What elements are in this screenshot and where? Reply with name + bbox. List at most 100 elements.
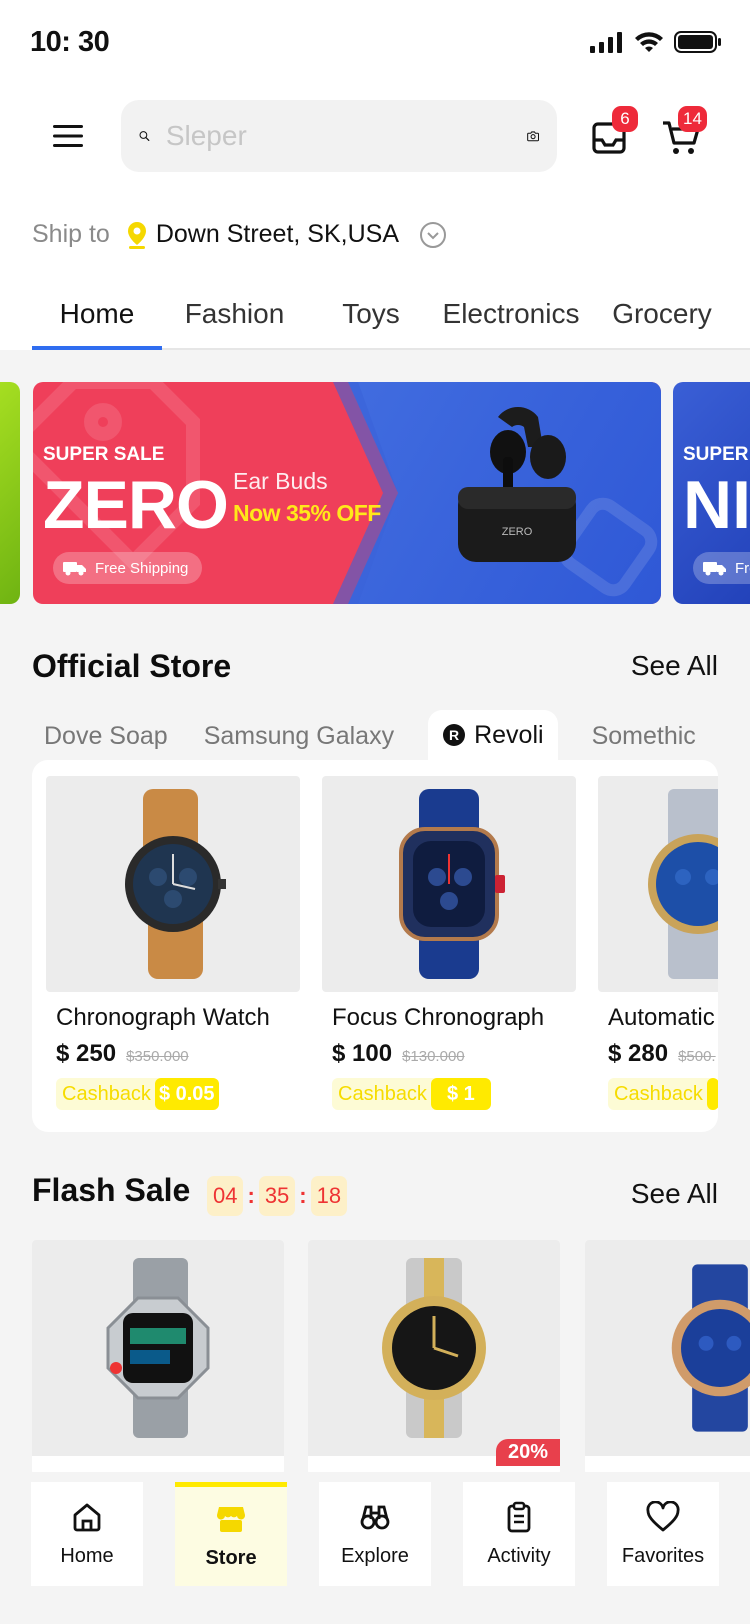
official-store-see-all[interactable]: See All [631,650,718,682]
cashback-badge: Cashback [608,1078,718,1110]
tab-fashion[interactable]: Fashion [162,295,307,348]
cashback-value [706,1078,718,1110]
camera-icon[interactable] [526,120,539,152]
store-icon [216,1507,246,1532]
inbox-button[interactable]: 6 [588,106,638,165]
timer-seconds: 18 [310,1176,348,1216]
truck-icon [703,562,726,576]
flash-product-card[interactable] [585,1240,750,1475]
product-card[interactable]: Focus Chronograph $ 100 $130.000 Cashbac… [322,776,576,1110]
nav-activity-label: Activity [487,1544,551,1567]
flash-sale-see-all[interactable]: See All [631,1178,718,1210]
cashback-badge: Cashback $ 0.05 [56,1078,219,1110]
search-bar[interactable] [121,100,557,172]
search-icon [139,131,150,141]
flash-product-image [32,1240,284,1456]
flash-product-image: 20% [308,1240,560,1466]
svg-text:R: R [449,727,459,743]
banner-offer: Now 35% OFF [233,500,381,526]
discount-badge: 20% [495,1439,560,1466]
cashback-badge: Cashback $ 1 [332,1078,491,1110]
ship-address: Down Street, SK,USA [155,220,399,248]
timer-minutes: 35 [258,1176,296,1216]
nav-explore-label: Explore [341,1544,409,1567]
signal-icon [590,32,622,53]
product-card[interactable]: Automatic $ 280 $500. Cashback [598,776,718,1110]
store-tab-somethic[interactable]: Somethic [580,710,708,760]
cashback-value: $ 1 [430,1078,491,1110]
tab-home[interactable]: Home [32,295,162,350]
hamburger-menu-icon[interactable] [50,118,86,154]
nav-favorites[interactable]: Favorites [607,1482,719,1586]
product-price: $ 100 [332,1040,393,1067]
store-tab-revoli[interactable]: R Revoli [428,710,558,760]
tab-grocery[interactable]: Grocery [587,295,737,348]
free-shipping-label: Free Shipping [95,559,189,577]
banner-next-brand: NI [683,467,750,543]
search-input[interactable] [165,120,527,152]
official-store-title: Official Store [32,648,232,684]
timer-hours: 04 [207,1176,244,1216]
product-image [598,776,718,992]
binoculars-icon [360,1505,390,1529]
product-price: $ 280 [608,1040,669,1067]
flash-product-card[interactable]: 20% [308,1240,560,1475]
status-icons [590,30,722,54]
store-products-panel: Chronograph Watch $ 250 $350.000 Cashbac… [32,760,718,1132]
wifi-icon [635,32,663,52]
inbox-badge: 6 [612,106,638,132]
nav-store[interactable]: Store [175,1482,287,1586]
revoli-logo-icon: R [443,724,466,746]
tab-electronics[interactable]: Electronics [435,295,587,348]
banner-brand: ZERO [43,467,229,543]
product-old-price: $130.000 [402,1048,465,1065]
banner-prev[interactable] [0,382,20,604]
truck-icon [63,562,86,576]
nav-store-label: Store [205,1547,257,1569]
cashback-label: Cashback [62,1082,151,1105]
promo-banner[interactable]: SUPER SALE ZERO Ear Buds Now 35% OFF Fre… [33,382,661,604]
flash-product-card[interactable] [32,1240,284,1475]
store-tabs: Dove Soap Samsung Galaxy R Revoli Someth… [32,710,708,760]
status-time: 10: 30 [30,26,110,58]
flash-product-image [585,1240,750,1456]
nav-favorites-label: Favorites [621,1544,705,1567]
cart-badge: 14 [678,106,707,132]
product-card[interactable]: Chronograph Watch $ 250 $350.000 Cashbac… [46,776,300,1110]
chevron-down-icon[interactable] [419,221,447,249]
ship-to-row[interactable]: Ship to Down Street, SK,USA [32,220,447,249]
battery-icon [674,31,721,53]
free-shipping-pill: Free Shipping [53,552,203,584]
home-icon [73,1503,101,1531]
location-pin-icon [127,221,146,249]
nav-activity[interactable]: Activity [463,1482,575,1586]
cart-button[interactable]: 14 [660,106,707,165]
cashback-label: Cashback [614,1082,703,1105]
product-image [46,776,300,992]
banner-tag: SUPER SALE [43,444,165,465]
banner-next-shipping-label: Fre [735,559,750,577]
flash-sale-title: Flash Sale [32,1172,191,1208]
banner-next-tag: SUPER [683,444,749,465]
banner-next-shipping: Fre [693,552,750,584]
clipboard-icon [507,1501,531,1532]
product-name: Automatic [608,1004,715,1031]
case-logo-text: ZERO [502,526,533,538]
banner-next[interactable]: SUPER NI Fre [673,382,750,604]
store-tab-dove-soap[interactable]: Dove Soap [32,710,180,760]
store-tab-revoli-label: Revoli [474,720,544,749]
product-name: Chronograph Watch [56,1004,270,1031]
product-old-price: $500. [678,1048,716,1065]
product-name: Focus Chronograph [332,1004,545,1031]
cashback-label: Cashback [338,1082,427,1105]
nav-home[interactable]: Home [31,1482,143,1586]
tab-toys[interactable]: Toys [307,295,435,348]
store-tab-samsung-galaxy[interactable]: Samsung Galaxy [192,710,406,760]
product-old-price: $350.000 [126,1048,189,1065]
product-image [322,776,576,992]
nav-explore[interactable]: Explore [319,1482,431,1586]
banner-product: Ear Buds [233,468,328,494]
heart-icon [646,1500,680,1531]
nav-home-label: Home [60,1544,114,1567]
cashback-value: $ 0.05 [154,1078,219,1110]
